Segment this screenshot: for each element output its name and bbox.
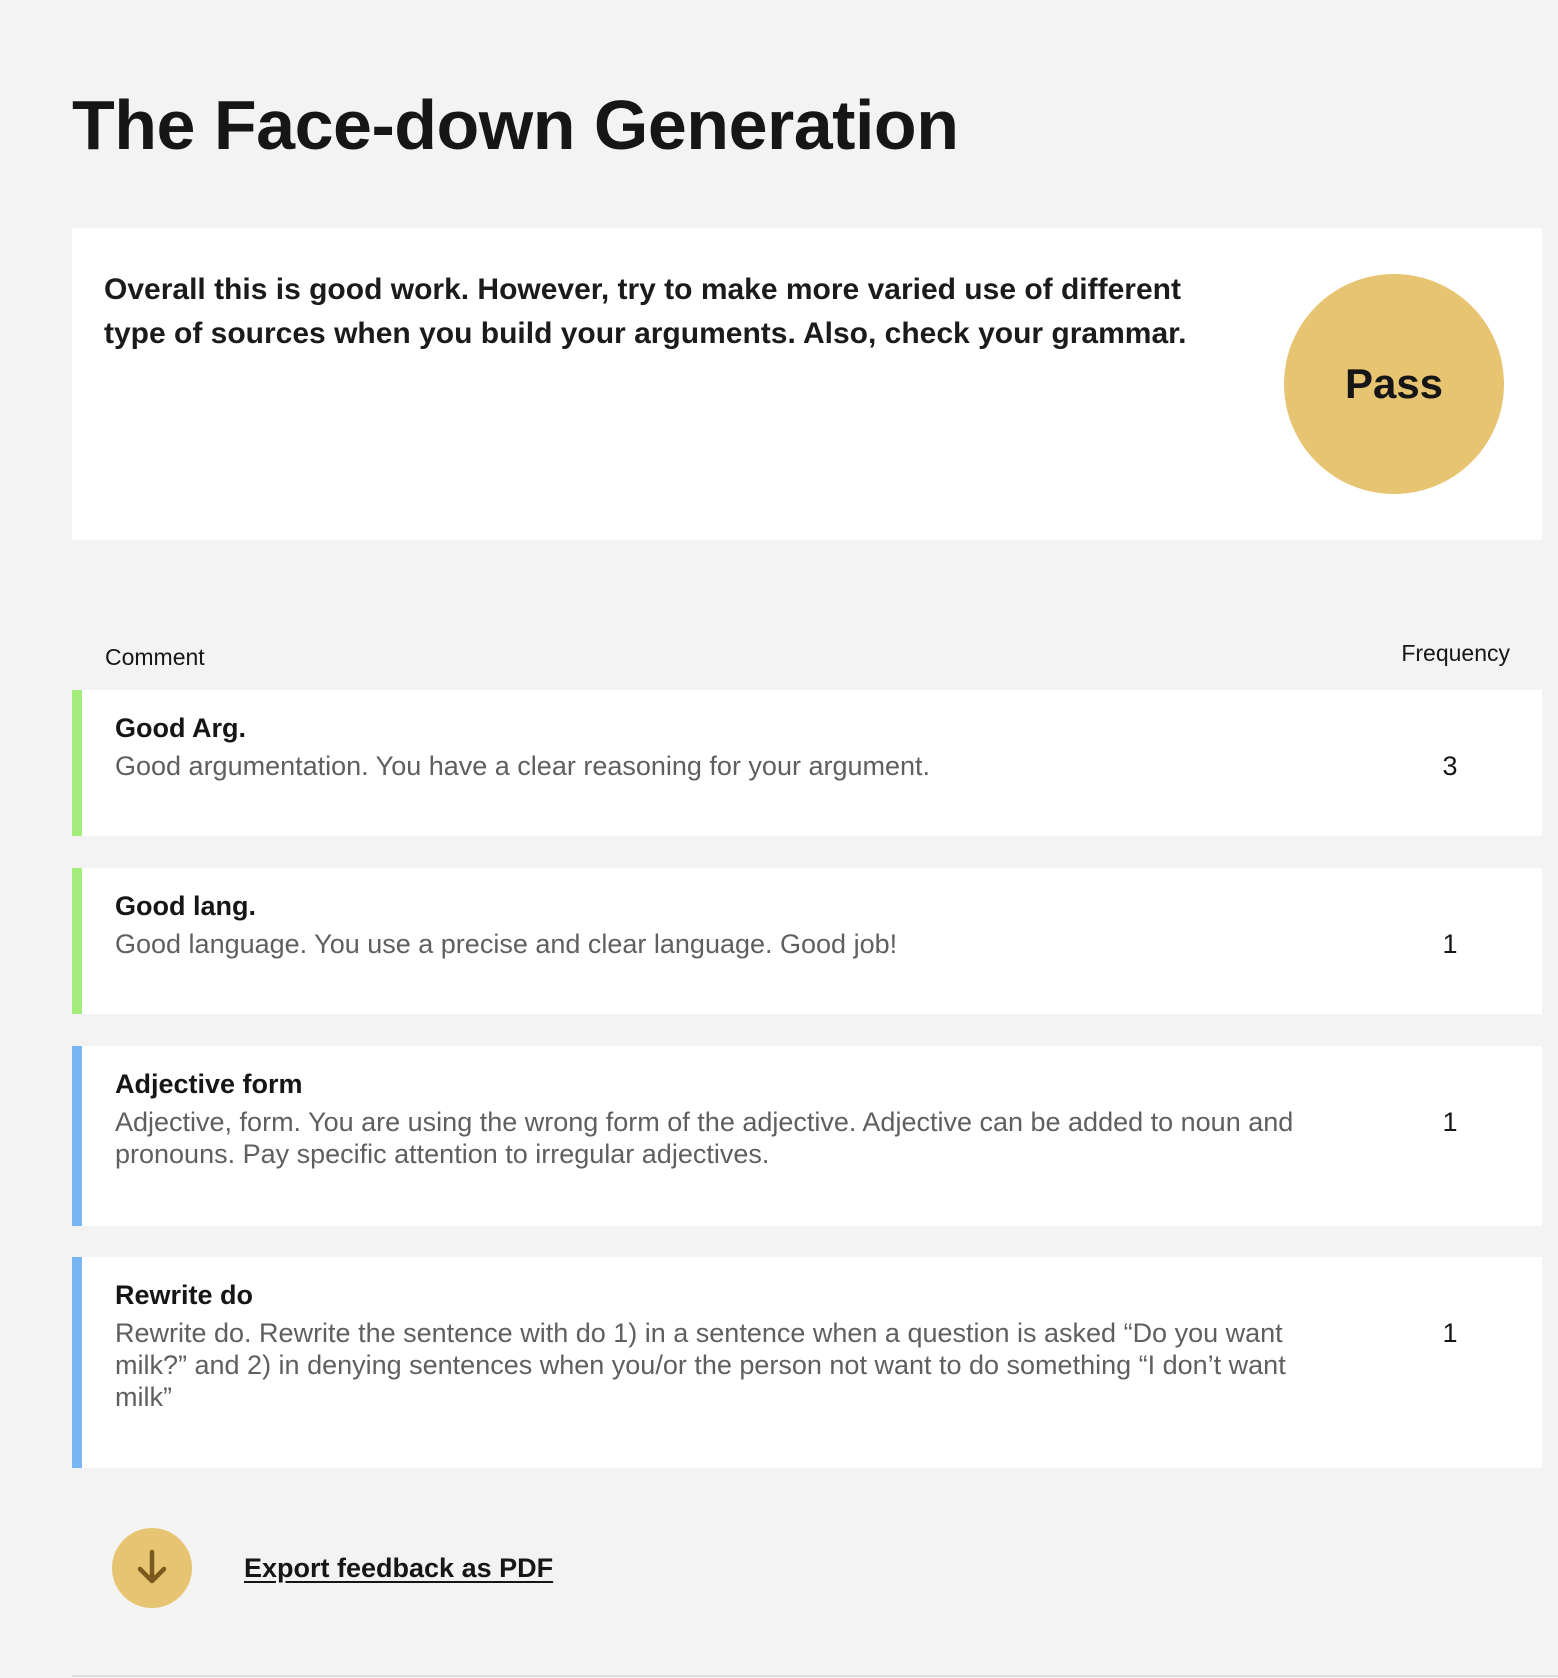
comment-title: Good Arg. [115, 713, 246, 743]
comment-title: Good lang. [115, 891, 256, 921]
grade-label: Pass [1344, 360, 1444, 407]
summary-text: Overall this is good work. However, try … [104, 273, 1187, 350]
divider [72, 1675, 1558, 1677]
comment-frequency: 3 [1442, 751, 1458, 781]
comment-row-good-arg: Good Arg. Good argumentation. You have a… [72, 690, 1542, 836]
frequency-column-header: Frequency [1401, 640, 1510, 666]
comment-text: Good argumentation. You have a clear rea… [115, 751, 931, 781]
export-pdf-link[interactable]: Export feedback as PDF [112, 1528, 553, 1608]
export-label[interactable]: Export feedback as PDF [244, 1553, 553, 1584]
comment-column-header: Comment [105, 644, 205, 670]
comment-text: Adjective, form. You are using the wrong… [115, 1107, 1294, 1169]
comment-text: Rewrite do. Rewrite the sentence with do… [115, 1318, 1286, 1412]
page-title: The Face-down Generation [72, 86, 959, 164]
comment-frequency: 1 [1442, 929, 1458, 959]
comment-row-rewrite-do: Rewrite do Rewrite do. Rewrite the sente… [72, 1257, 1542, 1468]
comment-text: Good language. You use a precise and cle… [115, 929, 898, 959]
comment-title: Rewrite do [115, 1280, 254, 1310]
comment-title: Adjective form [115, 1069, 303, 1099]
export-button[interactable] [112, 1528, 192, 1608]
comment-frequency: 1 [1442, 1318, 1458, 1348]
comment-row-good-lang: Good lang. Good language. You use a prec… [72, 868, 1542, 1014]
comment-row-adjective-form: Adjective form Adjective, form. You are … [72, 1046, 1542, 1226]
summary-card: Overall this is good work. However, try … [72, 228, 1542, 540]
comment-frequency: 1 [1442, 1107, 1458, 1137]
arrow-down-icon [137, 1549, 167, 1584]
grade-badge: Pass [1284, 274, 1504, 494]
